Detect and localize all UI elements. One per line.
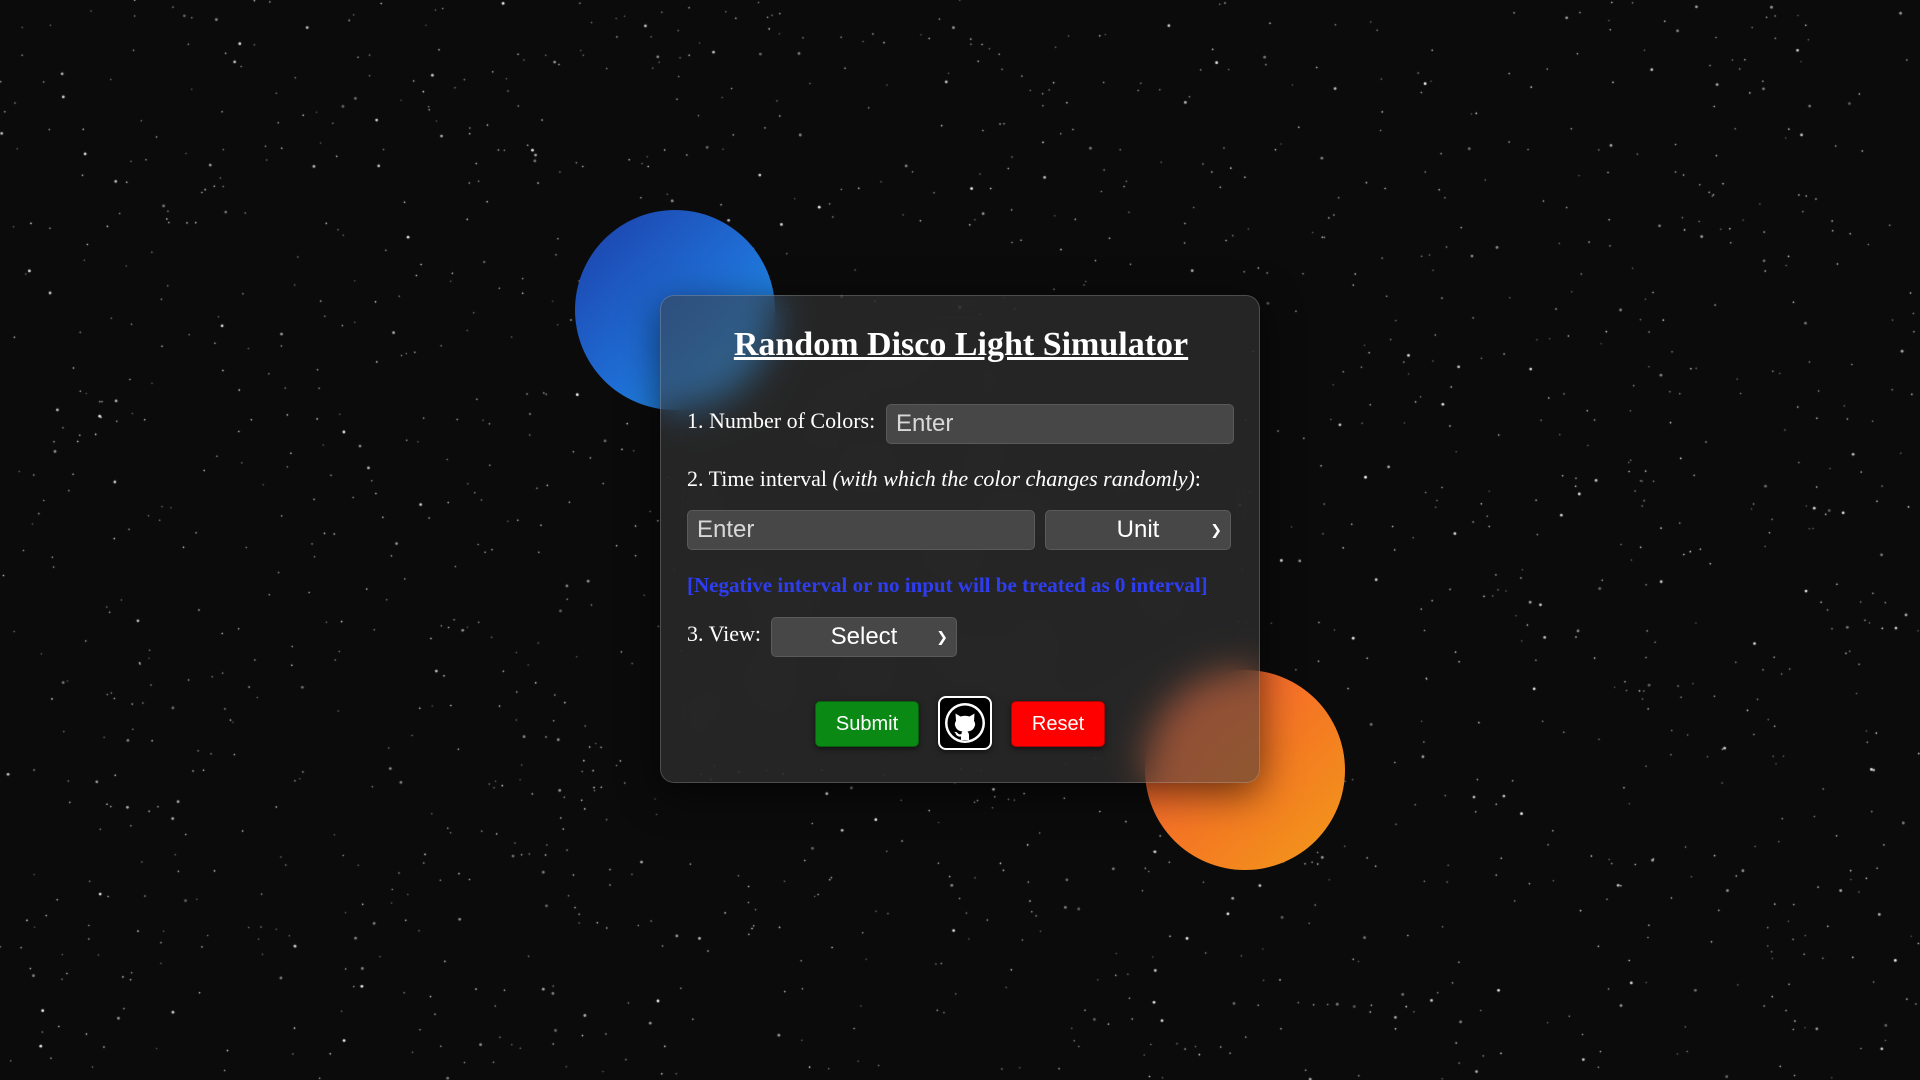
interval-label-text: 2. Time interval (687, 466, 833, 491)
unit-select[interactable]: Unit ❯ (1045, 510, 1231, 550)
chevron-down-icon: ❯ (936, 628, 948, 645)
submit-button[interactable]: Submit (815, 701, 919, 747)
colors-input-placeholder: Enter (896, 410, 954, 437)
interval-label: 2. Time interval (with which the color c… (687, 466, 1201, 492)
colors-input[interactable]: Enter (886, 404, 1234, 444)
interval-label-italic: (with which the color changes randomly) (832, 466, 1195, 491)
interval-input[interactable]: Enter (687, 510, 1035, 550)
interval-input-placeholder: Enter (697, 516, 755, 543)
github-link-button[interactable] (938, 696, 992, 750)
view-select[interactable]: Select ❯ (771, 617, 957, 657)
github-icon (945, 703, 985, 743)
colors-label: 1. Number of Colors: (687, 408, 876, 433)
unit-select-value: Unit (1116, 516, 1160, 543)
reset-button[interactable]: Reset (1011, 701, 1105, 747)
view-select-value: Select (830, 623, 898, 650)
chevron-down-icon: ❯ (1210, 521, 1222, 538)
page-title: Random Disco Light Simulator (733, 326, 1189, 363)
interval-label-suffix: : (1194, 466, 1201, 491)
view-label: 3. View: (687, 621, 762, 646)
interval-note: [Negative interval or no input will be t… (687, 573, 1208, 597)
simulator-form-card: Random Disco Light Simulator 1. Number o… (660, 295, 1260, 783)
